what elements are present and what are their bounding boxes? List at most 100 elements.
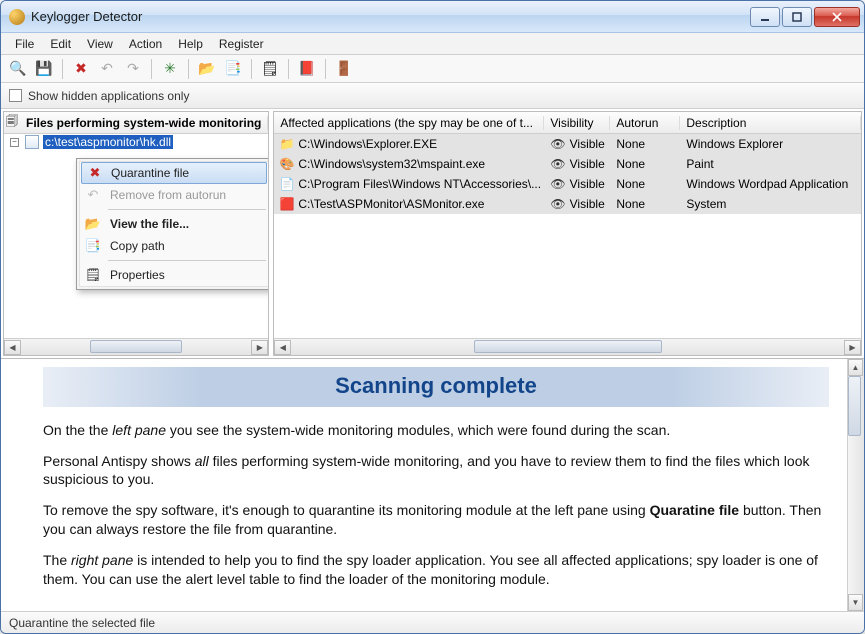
cell-autorun: None	[610, 137, 680, 151]
cell-app: 🟥C:\Test\ASPMonitor\ASMonitor.exe	[274, 197, 544, 211]
info-quarantine-bold: Quaratine file	[650, 502, 739, 518]
table-row[interactable]: 📁C:\Windows\Explorer.EXE👁VisibleNoneWind…	[274, 134, 861, 154]
tree-item-path: c:\test\aspmonitor\hk.dll	[43, 135, 173, 149]
maximize-button[interactable]	[782, 7, 812, 27]
context-menu-item[interactable]: 🗒 Properties	[80, 264, 268, 286]
dll-file-icon	[25, 135, 39, 149]
cell-visibility-text: Visible	[570, 137, 605, 151]
toolbar-separator	[151, 59, 152, 79]
scroll-track[interactable]	[291, 340, 844, 355]
table-row[interactable]: 🟥C:\Test\ASPMonitor\ASMonitor.exe👁Visibl…	[274, 194, 861, 214]
wordpad-icon: 📄	[280, 177, 294, 191]
minimize-button[interactable]	[750, 7, 780, 27]
cell-app: 📁 C:\Windows\Explorer.EXE	[274, 137, 544, 151]
scroll-left-button[interactable]: ◀	[274, 340, 291, 355]
context-menu-item[interactable]: ✖Quarantine file	[81, 162, 267, 184]
remove-autorun-icon: ↶	[84, 186, 102, 204]
left-header-text[interactable]: Files performing system-wide monitoring	[20, 116, 268, 130]
scroll-up-button[interactable]: ▲	[848, 359, 863, 376]
minimize-icon	[760, 12, 770, 22]
undo-icon[interactable]: ↶	[96, 58, 118, 80]
info-paragraph-2: Personal Antispy shows all files perform…	[43, 452, 829, 490]
menu-help[interactable]: Help	[170, 35, 211, 53]
close-icon	[832, 12, 842, 22]
col-header-description[interactable]: Description	[680, 116, 861, 130]
cell-visibility: 👁Visible	[544, 197, 610, 211]
info-vscrollbar[interactable]: ▲ ▼	[847, 359, 864, 611]
eye-icon: 👁	[550, 137, 565, 151]
context-menu-item[interactable]: 📑Copy path	[80, 235, 268, 257]
context-menu: ✖Quarantine file↶Remove from autorun📂Vie…	[76, 158, 268, 290]
scroll-thumb[interactable]	[848, 376, 861, 436]
right-pane-header: Affected applications (the spy may be on…	[274, 112, 861, 134]
context-menu-item[interactable]: 📂 View the file...	[80, 213, 268, 235]
cell-app-path: C:\Program Files\Windows NT\Accessories\…	[298, 177, 541, 191]
copy-icon[interactable]: 📑	[222, 58, 244, 80]
redo-icon[interactable]: ↷	[122, 58, 144, 80]
tree-item-hkdll[interactable]: − c:\test\aspmonitor\hk.dll	[4, 134, 268, 150]
left-pane: 🗐 Files performing system-wide monitorin…	[3, 111, 269, 356]
menu-register[interactable]: Register	[211, 35, 272, 53]
col-header-visibility[interactable]: Visibility	[544, 116, 610, 130]
save-icon[interactable]: 💾	[33, 58, 55, 80]
scroll-left-button[interactable]: ◀	[4, 340, 21, 355]
bug-icon[interactable]: ✳	[159, 58, 181, 80]
info-left-pane-em: left pane	[112, 422, 166, 438]
scroll-thumb[interactable]	[474, 340, 662, 353]
context-menu-label: Properties	[110, 268, 165, 282]
tree-collapse-icon[interactable]: −	[10, 138, 19, 147]
right-hscrollbar[interactable]: ◀ ▶	[274, 338, 861, 355]
asmonitor-icon: 🟥	[280, 197, 294, 211]
eye-icon: 👁	[550, 197, 565, 211]
scroll-right-button[interactable]: ▶	[844, 340, 861, 355]
col-header-autorun[interactable]: Autorun	[610, 116, 680, 130]
menu-edit[interactable]: Edit	[42, 35, 79, 53]
main-area: 🗐 Files performing system-wide monitorin…	[1, 109, 864, 611]
cell-visibility: 👁Visible	[544, 157, 610, 171]
menu-bar: FileEditViewActionHelpRegister	[1, 33, 864, 55]
cell-app-path: C:\Windows\Explorer.EXE	[298, 137, 437, 151]
context-menu-label: Copy path	[110, 239, 165, 253]
left-hscrollbar[interactable]: ◀ ▶	[4, 338, 268, 355]
toolbar-separator	[251, 59, 252, 79]
title-bar: Keylogger Detector	[1, 1, 864, 33]
scroll-track[interactable]	[848, 376, 863, 594]
left-pane-header: 🗐 Files performing system-wide monitorin…	[4, 112, 268, 134]
window-title: Keylogger Detector	[31, 9, 750, 24]
menu-file[interactable]: File	[7, 35, 42, 53]
delete-icon[interactable]: ✖	[70, 58, 92, 80]
cell-visibility-text: Visible	[570, 157, 605, 171]
explorer-icon: 📁	[280, 137, 294, 151]
info-all-em: all	[195, 453, 209, 469]
show-hidden-checkbox[interactable]	[9, 89, 22, 102]
context-menu-separator	[108, 209, 266, 210]
folder-open-icon[interactable]: 📂	[196, 58, 218, 80]
col-header-app[interactable]: Affected applications (the spy may be on…	[274, 116, 544, 130]
help-icon[interactable]: 📕	[296, 58, 318, 80]
close-button[interactable]	[814, 7, 860, 27]
exit-icon[interactable]: 🚪	[333, 58, 355, 80]
right-pane: Affected applications (the spy may be on…	[273, 111, 862, 356]
scroll-right-button[interactable]: ▶	[251, 340, 268, 355]
cell-description: System	[680, 197, 861, 211]
context-menu-label: View the file...	[110, 217, 189, 231]
properties-menu-icon: 🗒	[84, 266, 102, 284]
cell-autorun: None	[610, 197, 680, 211]
cell-visibility: 👁 Visible	[544, 137, 610, 151]
properties-icon[interactable]: 🗒	[259, 58, 281, 80]
right-pane-body: 📁C:\Windows\Explorer.EXE👁VisibleNoneWind…	[274, 134, 861, 338]
scroll-down-button[interactable]: ▼	[848, 594, 863, 611]
cell-autorun: None	[610, 177, 680, 191]
scan-icon[interactable]: 🔍	[7, 58, 29, 80]
status-bar: Quarantine the selected file	[1, 611, 864, 633]
show-hidden-label: Show hidden applications only	[28, 89, 189, 103]
split-panes: 🗐 Files performing system-wide monitorin…	[1, 109, 864, 359]
cell-visibility: 👁Visible	[544, 177, 610, 191]
scroll-thumb[interactable]	[90, 340, 182, 353]
scroll-track[interactable]	[21, 340, 251, 355]
view-file-icon: 📂	[84, 215, 102, 233]
menu-action[interactable]: Action	[121, 35, 170, 53]
menu-view[interactable]: View	[79, 35, 121, 53]
table-row[interactable]: 📄 C:\Program Files\Windows NT\Accessories…	[274, 174, 861, 194]
table-row[interactable]: 🎨C:\Windows\system32\mspaint.exe👁Visible…	[274, 154, 861, 174]
